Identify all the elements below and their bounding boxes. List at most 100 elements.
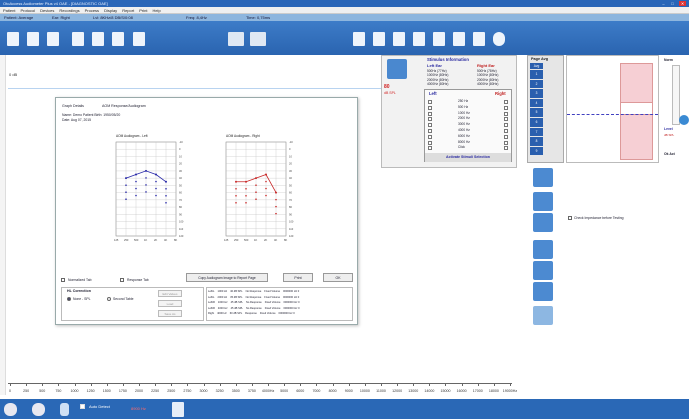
impedance-checkbox[interactable] (568, 216, 572, 220)
normalized-label: Normalized Tab (68, 278, 92, 282)
calibration-icon[interactable] (533, 240, 553, 259)
graph-icon[interactable] (433, 32, 445, 46)
info-icon[interactable] (493, 32, 505, 46)
print-button[interactable]: Print (283, 273, 313, 282)
probe-left-icon[interactable] (228, 32, 244, 46)
probe-check-icon[interactable] (533, 168, 553, 187)
save-folder-icon[interactable] (27, 32, 39, 46)
print-report-icon[interactable] (413, 32, 425, 46)
copy-audiogram-button[interactable]: Copy Audiogram Image to Report Page (186, 273, 268, 282)
left-freq-checkbox[interactable] (428, 123, 432, 128)
x-tick-label: 6000 (296, 389, 305, 393)
x-tick-label: 12000 (392, 389, 403, 393)
right-freq-checkbox[interactable] (504, 134, 508, 139)
edit-icon[interactable] (47, 32, 59, 46)
right-freq-checkbox[interactable] (504, 140, 508, 145)
menu-item-devices[interactable]: Devices (40, 7, 54, 13)
left-freq-checkbox[interactable] (428, 134, 432, 139)
activate-stimuli-button[interactable]: Activate Stimuli Selection (425, 153, 511, 162)
radio-none[interactable] (67, 297, 71, 301)
menu-item-patient[interactable]: Patient (3, 7, 15, 13)
document-icon[interactable] (453, 32, 465, 46)
left-stim-row: 4000Hz (80Hz) (427, 82, 449, 87)
x-tick (139, 383, 141, 386)
grid-icon[interactable] (533, 306, 553, 325)
person-icon[interactable] (533, 282, 553, 301)
page-button[interactable]: 1 (530, 70, 543, 79)
menu-item-recordings[interactable]: Recordings (59, 7, 79, 13)
radio-second[interactable] (107, 297, 111, 301)
norm-label: Norm (664, 58, 673, 62)
level-slider[interactable] (672, 65, 680, 125)
report-add-icon[interactable] (373, 32, 385, 46)
settings-icon[interactable] (112, 32, 124, 46)
save-icon[interactable] (92, 32, 104, 46)
page-button[interactable]: 9 (530, 146, 543, 156)
page-button[interactable]: 5 (530, 108, 543, 117)
save-as-button[interactable]: Save As (158, 310, 182, 317)
load-button[interactable]: Load (158, 300, 182, 307)
normalized-checkbox[interactable] (61, 278, 65, 282)
ear-right-icon[interactable] (32, 403, 45, 416)
page-button[interactable]: 6 (530, 117, 543, 127)
menu-item-protocol[interactable]: Protocol (20, 7, 35, 13)
stimulus-icon[interactable] (387, 59, 407, 79)
left-freq-checkbox[interactable] (428, 111, 432, 116)
probe-fit-icon[interactable] (533, 261, 553, 280)
record-icon[interactable] (72, 32, 84, 46)
menu-item-help[interactable]: Help (152, 7, 160, 13)
x-tick (445, 383, 447, 386)
help-icon[interactable] (60, 403, 69, 416)
disk-icon[interactable] (133, 32, 145, 46)
response-marker (245, 201, 247, 204)
open-folder-icon[interactable] (7, 32, 19, 46)
page-button[interactable]: 8 (530, 137, 543, 146)
left-freq-checkbox[interactable] (428, 140, 432, 145)
response-marker (275, 212, 277, 215)
right-freq-checkbox[interactable] (504, 123, 508, 128)
minimize-button[interactable]: – (660, 1, 667, 6)
close-button[interactable]: ✕ (679, 1, 686, 6)
left-freq-checkbox[interactable] (428, 100, 432, 104)
menu-item-report[interactable]: Report (122, 7, 134, 13)
report-status-icon[interactable] (172, 402, 184, 417)
documents-icon[interactable] (473, 32, 485, 46)
left-freq-checkbox[interactable] (428, 146, 432, 151)
response-marker (235, 201, 237, 204)
right-freq-checkbox[interactable] (504, 146, 508, 151)
spectrum-icon[interactable] (533, 213, 553, 232)
right-freq-checkbox[interactable] (504, 111, 508, 116)
page-button[interactable]: 3 (530, 89, 543, 98)
response-checkbox[interactable] (120, 278, 124, 282)
auto-detect-checkbox[interactable] (80, 404, 85, 409)
wave-icon[interactable] (533, 192, 553, 211)
probe-right-icon[interactable] (250, 32, 266, 46)
maximize-button[interactable]: □ (669, 1, 676, 6)
response-label: Response Tab (127, 278, 149, 282)
right-freq-checkbox[interactable] (504, 100, 508, 104)
edit-values-button[interactable]: Edit Values (158, 290, 182, 297)
ear-left-icon[interactable] (4, 403, 17, 416)
ok-button[interactable]: OK (323, 273, 353, 282)
page-button[interactable]: 2 (530, 79, 543, 89)
left-freq-checkbox[interactable] (428, 117, 432, 122)
report-icon[interactable] (353, 32, 365, 46)
left-freq-checkbox[interactable] (428, 105, 432, 110)
menu-item-print[interactable]: Print (139, 7, 147, 13)
response-marker (265, 180, 267, 183)
window-title: OtoAccess Audiometer Plus v4 OAE - [DIAG… (3, 1, 108, 6)
avg-page-button[interactable]: Avg (530, 63, 543, 69)
menu-item-process[interactable]: Process (85, 7, 99, 13)
menu-item-display[interactable]: Display (104, 7, 117, 13)
printer-icon[interactable] (393, 32, 405, 46)
impedance-label: Check Impedance before Testing (574, 216, 624, 220)
slider-handle[interactable] (679, 115, 689, 125)
right-freq-checkbox[interactable] (504, 105, 508, 110)
right-freq-checkbox[interactable] (504, 128, 508, 133)
right-freq-checkbox[interactable] (504, 117, 508, 122)
x-tick-label: 8000 (328, 389, 337, 393)
page-button[interactable]: 7 (530, 127, 543, 137)
left-freq-checkbox[interactable] (428, 128, 432, 133)
x-tick-label: 3500 (231, 389, 240, 393)
page-button[interactable]: 4 (530, 98, 543, 108)
